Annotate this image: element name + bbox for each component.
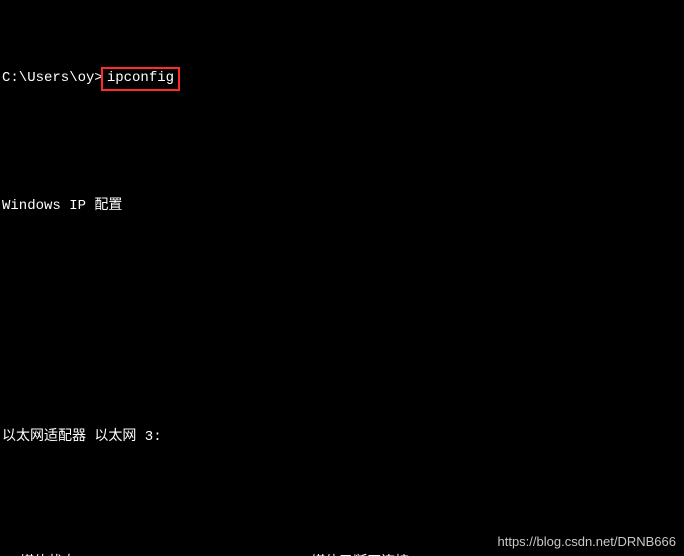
terminal-output: C:\Users\oy>ipconfig Windows IP 配置 以太网适配… (0, 0, 684, 556)
adapter-title: 以太网适配器 以太网 3: (2, 427, 682, 448)
watermark: https://blog.csdn.net/DRNB666 (498, 531, 677, 552)
prompt-line: C:\Users\oy>ipconfig (2, 67, 682, 91)
command-highlight: ipconfig (101, 67, 180, 91)
section-header: Windows IP 配置 (2, 196, 682, 217)
prompt-path: C:\Users\oy> (2, 70, 103, 86)
command-text: ipconfig (107, 70, 174, 86)
